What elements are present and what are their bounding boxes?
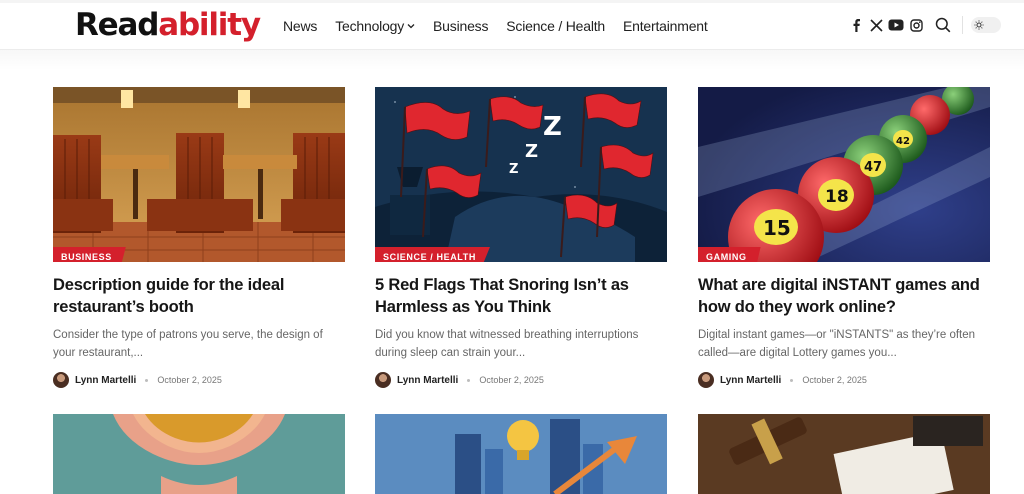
nav-item-label: News	[283, 18, 318, 34]
header-actions	[848, 16, 1001, 34]
logo-text-ability: ability	[158, 7, 261, 43]
category-badge[interactable]: BUSINESS	[53, 247, 126, 262]
svg-text:Z: Z	[543, 112, 562, 142]
post-thumbnail[interactable]: Z Z Z SCIENCE / HEALTH	[375, 87, 667, 262]
business-growth-image	[375, 414, 667, 494]
post-excerpt: Did you know that witnessed breathing in…	[375, 329, 639, 359]
post-meta: Lynn Martelli October 2, 2025	[375, 372, 667, 388]
meta-separator	[467, 378, 471, 382]
category-badge[interactable]: SCIENCE / HEALTH	[375, 247, 490, 262]
post-card: Z Z Z SCIENCE / HEALTH 5 Red Flags That …	[375, 87, 667, 388]
nav-item-entertainment[interactable]: Entertainment	[623, 18, 708, 34]
author-name[interactable]: Lynn Martelli	[720, 375, 781, 386]
author-name[interactable]: Lynn Martelli	[75, 375, 136, 386]
meta-separator	[790, 378, 794, 382]
svg-text:Z: Z	[525, 141, 538, 162]
nav-item-label: Technology	[335, 18, 405, 34]
nav-item-science-health[interactable]: Science / Health	[506, 18, 605, 34]
avatar[interactable]	[53, 372, 69, 388]
top-border	[0, 0, 1024, 3]
post-date: October 2, 2025	[479, 375, 544, 385]
avatar[interactable]	[375, 372, 391, 388]
post-thumbnail[interactable]	[375, 414, 667, 494]
facebook-icon[interactable]	[848, 17, 864, 33]
logo-text-read: Read	[75, 7, 159, 43]
main-nav: News Technology Business Science / Healt…	[283, 18, 726, 34]
post-thumbnail[interactable]	[698, 414, 990, 494]
ball-number: 47	[864, 160, 882, 175]
bladder-illustration-image	[53, 414, 345, 494]
post-excerpt: Consider the type of patrons you serve, …	[53, 329, 323, 359]
snoring-red-flags-image: Z Z Z	[375, 87, 667, 262]
post-thumbnail[interactable]: BUSINESS	[53, 87, 345, 262]
ball-number: 18	[825, 187, 849, 207]
post-title[interactable]: What are digital iNSTANT games and how d…	[698, 274, 990, 318]
header-divider	[962, 16, 963, 34]
site-logo[interactable]: Readability	[75, 6, 261, 44]
x-twitter-icon[interactable]	[868, 17, 884, 33]
svg-text:Z: Z	[509, 162, 518, 177]
lottery-balls-image: 18 15 47 42	[698, 87, 990, 262]
nav-item-label: Science / Health	[506, 18, 606, 34]
meta-separator	[145, 378, 149, 382]
post-card: 18 15 47 42 GAMING What are digital iNST…	[698, 87, 990, 388]
nav-item-technology[interactable]: Technology	[335, 18, 415, 34]
nav-item-news[interactable]: News	[283, 18, 317, 34]
post-thumbnail[interactable]	[53, 414, 345, 494]
author-name[interactable]: Lynn Martelli	[397, 375, 458, 386]
nav-item-business[interactable]: Business	[433, 18, 488, 34]
instagram-icon[interactable]	[908, 17, 924, 33]
nav-item-label: Business	[433, 18, 489, 34]
search-icon[interactable]	[934, 16, 952, 34]
post-card: BUSINESS Description guide for the ideal…	[53, 87, 345, 388]
post-date: October 2, 2025	[157, 375, 222, 385]
content-band	[0, 50, 1024, 70]
sun-icon	[974, 20, 984, 30]
dark-mode-toggle[interactable]	[971, 17, 1001, 33]
post-title[interactable]: 5 Red Flags That Snoring Isn’t as Harmle…	[375, 274, 667, 318]
category-badge[interactable]: GAMING	[698, 247, 761, 262]
legal-gavel-image	[698, 414, 990, 494]
post-excerpt: Digital instant games—or "iNSTANTS" as t…	[698, 329, 976, 359]
post-meta: Lynn Martelli October 2, 2025	[698, 372, 990, 388]
chevron-down-icon	[407, 24, 415, 29]
post-date: October 2, 2025	[802, 375, 867, 385]
ball-number: 42	[896, 136, 910, 147]
nav-item-label: Entertainment	[623, 18, 708, 34]
post-title[interactable]: Description guide for the ideal restaura…	[53, 274, 345, 318]
site-header: Readability News Technology Business Sci…	[0, 0, 1024, 50]
restaurant-booth-image	[53, 87, 345, 262]
post-thumbnail[interactable]: 18 15 47 42 GAMING	[698, 87, 990, 262]
ball-number: 15	[763, 216, 791, 240]
youtube-icon[interactable]	[888, 17, 904, 33]
post-meta: Lynn Martelli October 2, 2025	[53, 372, 345, 388]
avatar[interactable]	[698, 372, 714, 388]
